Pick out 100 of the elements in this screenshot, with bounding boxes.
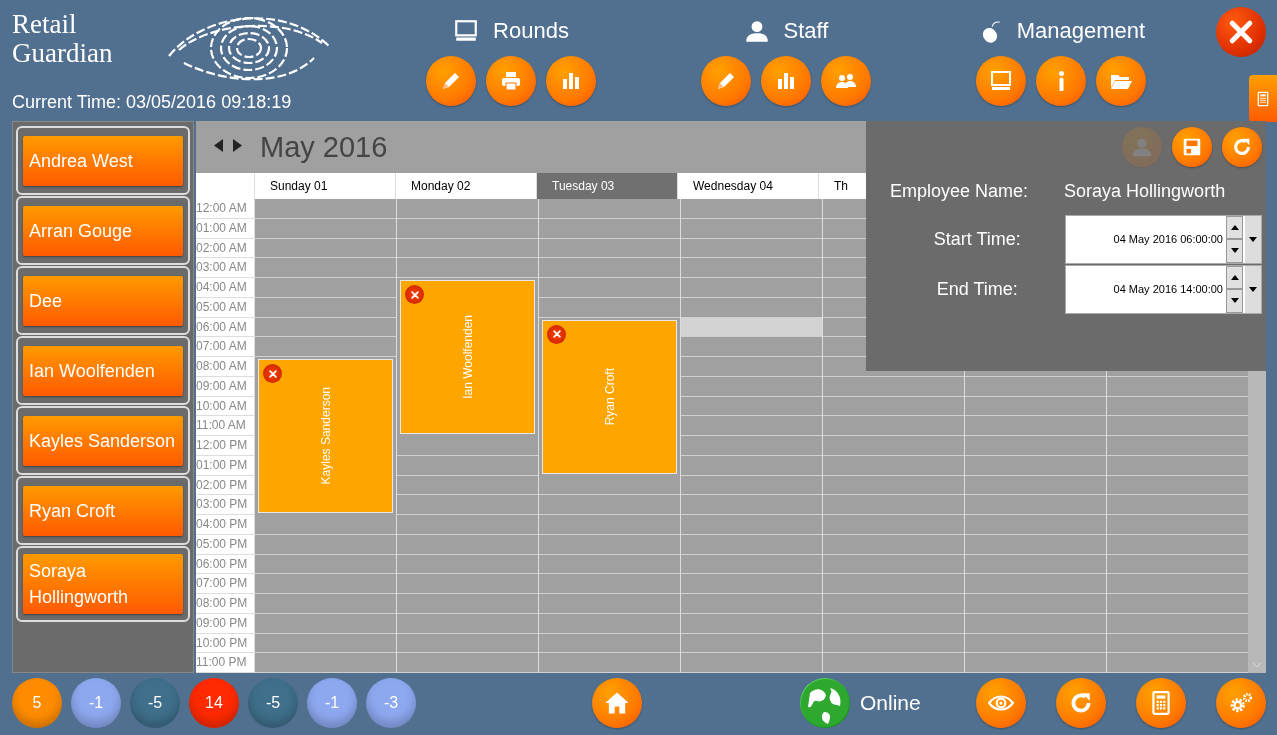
hour-label: 10:00 AM: [196, 396, 254, 417]
hour-label: 04:00 AM: [196, 278, 254, 298]
counter-badge: 5: [12, 678, 62, 728]
shift-name: Ian Woolfenden: [460, 315, 475, 399]
hour-label: 09:00 PM: [196, 613, 254, 634]
gears-button[interactable]: [1216, 678, 1266, 728]
shift-block[interactable]: Ryan Croft: [542, 319, 677, 474]
spin-down-button[interactable]: [1226, 289, 1243, 313]
calculator-tab[interactable]: [1249, 75, 1277, 122]
hour-label: 01:00 AM: [196, 218, 254, 239]
shift-name: Kayles Sanderson: [318, 387, 333, 485]
caret-down-icon: [1230, 248, 1239, 254]
caret-down-icon: [1230, 298, 1239, 304]
day-header[interactable]: Tuesday 03: [536, 173, 677, 199]
monitor-icon: [989, 69, 1013, 93]
section-title: Management: [1016, 18, 1146, 44]
day-header[interactable]: Monday 02: [395, 173, 536, 199]
monitor-button[interactable]: [976, 56, 1026, 106]
bar-chart-button[interactable]: [546, 56, 596, 106]
home-button[interactable]: [592, 678, 642, 728]
calculator-button[interactable]: [1136, 678, 1186, 728]
spin-up-button[interactable]: [1226, 265, 1243, 289]
close-button[interactable]: [1216, 7, 1266, 57]
field-label: Employee Name:: [890, 181, 1029, 202]
hour-label: 03:00 AM: [196, 258, 254, 278]
hour-label: 10:00 PM: [196, 633, 254, 654]
hour-label: 02:00 AM: [196, 238, 254, 259]
counter-badge: -5: [130, 678, 180, 728]
employee-name: Soraya Hollingworth: [1064, 181, 1226, 202]
delete-icon[interactable]: [263, 364, 282, 383]
hour-label: 11:00 AM: [196, 416, 254, 436]
pencil-button[interactable]: [701, 56, 751, 106]
shift-block[interactable]: Ian Woolfenden: [400, 280, 535, 434]
hour-label: 07:00 PM: [196, 574, 254, 594]
hour-label: 12:00 AM: [196, 199, 254, 219]
monitor-icon: [453, 18, 480, 44]
calculator-icon: [1255, 90, 1271, 107]
caret-up-icon: [1230, 274, 1239, 280]
eye-button[interactable]: [976, 678, 1026, 728]
info-icon: [1058, 70, 1064, 92]
hour-label: 05:00 PM: [196, 534, 254, 555]
datetime-field[interactable]: 04 May 2016 14:00:00: [1064, 264, 1262, 314]
dropdown-button[interactable]: [1243, 265, 1261, 313]
app-name: Retail Guardian: [12, 10, 114, 70]
counter-badge: -1: [307, 678, 357, 728]
hour-label: 11:00 PM: [196, 653, 254, 673]
hour-label: 02:00 PM: [196, 475, 254, 496]
delete-icon[interactable]: [547, 324, 566, 344]
section-title: Staff: [783, 18, 829, 44]
staff-button[interactable]: Andrea West: [23, 135, 183, 186]
delete-icon[interactable]: [405, 285, 424, 304]
pencil-button[interactable]: [426, 56, 476, 106]
datetime-field[interactable]: 04 May 2016 06:00:00: [1064, 214, 1262, 264]
triangle-right-icon: [233, 139, 242, 152]
folder-button[interactable]: [1096, 56, 1146, 106]
people-button[interactable]: [821, 56, 871, 106]
time-slot[interactable]: [681, 317, 822, 338]
counter-badge: 14: [189, 678, 239, 728]
hour-label: 07:00 AM: [196, 337, 254, 357]
time-value: 03/05/2016 09:18:19: [126, 92, 292, 112]
info-button[interactable]: [1036, 56, 1086, 106]
bar-chart-button[interactable]: [761, 56, 811, 106]
person-icon: [743, 18, 770, 44]
staff-button[interactable]: Dee: [23, 275, 183, 326]
day-header[interactable]: Wednesday 04: [677, 173, 818, 199]
refresh-button[interactable]: [1056, 678, 1106, 728]
hour-label: 04:00 PM: [196, 515, 254, 535]
field-label: Start Time:: [932, 228, 1022, 250]
staff-button[interactable]: Ian Woolfenden: [23, 345, 183, 396]
hour-label: 12:00 PM: [196, 436, 254, 456]
shift-name: Ryan Croft: [602, 367, 617, 426]
connection-status: Online: [860, 691, 921, 715]
triangle-left-icon: [214, 139, 223, 152]
spin-up-button[interactable]: [1226, 215, 1243, 239]
refresh-icon: [1231, 136, 1253, 158]
person-icon: [1131, 136, 1153, 158]
chevron-down-icon: [1252, 661, 1262, 669]
hour-label: 08:00 PM: [196, 594, 254, 614]
floppy-disk-button[interactable]: [1172, 127, 1212, 167]
month-title: May 2016: [260, 130, 388, 164]
caret-down-icon: [1249, 236, 1257, 242]
day-header[interactable]: Sunday 01: [254, 173, 395, 199]
field-label: End Time:: [935, 278, 1019, 300]
hour-label: 03:00 PM: [196, 495, 254, 515]
caret-down-icon: [1249, 286, 1257, 292]
hour-label: 06:00 AM: [196, 317, 254, 338]
dropdown-button[interactable]: [1243, 215, 1261, 263]
staff-button[interactable]: Arran Gouge: [23, 205, 183, 256]
refresh-button[interactable]: [1222, 127, 1262, 167]
printer-button[interactable]: [486, 56, 536, 106]
staff-button[interactable]: Ryan Croft: [23, 485, 183, 536]
section-title: Rounds: [493, 18, 569, 44]
shift-block[interactable]: Kayles Sanderson: [258, 359, 393, 513]
hour-label: 08:00 AM: [196, 357, 254, 377]
hour-label: 09:00 AM: [196, 376, 254, 397]
spin-down-button[interactable]: [1226, 239, 1243, 263]
counter-badge: -5: [248, 678, 298, 728]
staff-button[interactable]: Soraya Hollingworth: [23, 554, 183, 614]
staff-button[interactable]: Kayles Sanderson: [23, 415, 183, 466]
hour-label: 06:00 PM: [196, 554, 254, 575]
